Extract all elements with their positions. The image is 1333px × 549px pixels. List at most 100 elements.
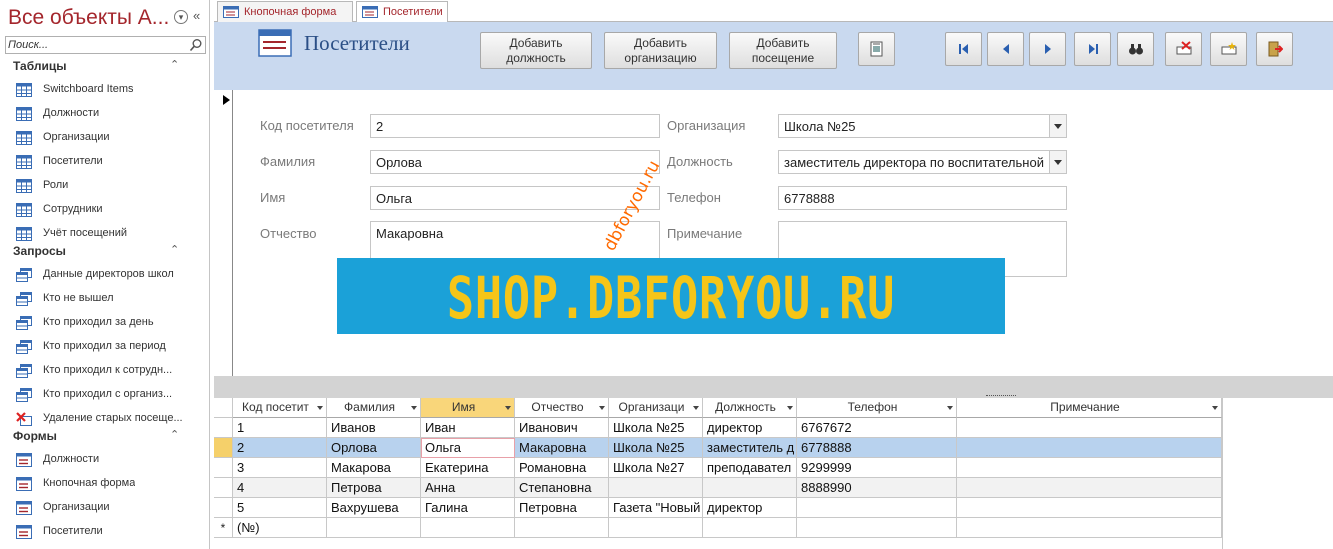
table-cell[interactable] [957,518,1222,538]
table-cell[interactable]: Екатерина [421,458,515,478]
next-record-button[interactable] [1029,32,1066,66]
phone-field[interactable]: 6778888 [778,186,1067,210]
column-header[interactable]: Телефон [797,398,957,418]
table-cell[interactable]: Петровна [515,498,609,518]
nav-item[interactable]: Данные директоров школ [0,263,209,287]
table-cell[interactable] [609,478,703,498]
table-cell[interactable] [515,518,609,538]
new-record-button[interactable] [1210,32,1247,66]
table-cell[interactable]: Романовна [515,458,609,478]
search-icon[interactable] [189,38,203,52]
nav-item[interactable]: Кто приходил за день [0,311,209,335]
column-filter-arrow-icon[interactable] [947,406,953,410]
table-cell[interactable]: заместитель д [703,438,797,458]
table-cell[interactable]: (№) [233,518,327,538]
column-header[interactable]: Организаци [609,398,703,418]
row-selector[interactable] [214,478,233,498]
name-field[interactable]: Ольга [370,186,660,210]
table-cell[interactable]: Вахрушева [327,498,421,518]
table-cell[interactable]: 8888990 [797,478,957,498]
record-selector[interactable] [214,90,233,376]
column-filter-arrow-icon[interactable] [411,406,417,410]
nav-group-header[interactable]: Таблицы ⌃ [0,56,209,78]
table-cell[interactable]: Школа №25 [609,438,703,458]
column-filter-arrow-icon[interactable] [505,406,511,410]
table-cell[interactable]: Иван [421,418,515,438]
row-selector[interactable] [214,438,233,458]
visitor-code-field[interactable]: 2 [370,114,660,138]
table-cell[interactable] [957,498,1222,518]
first-record-button[interactable] [945,32,982,66]
previous-record-button[interactable] [987,32,1024,66]
column-header[interactable]: Фамилия [327,398,421,418]
table-cell[interactable] [957,478,1222,498]
dropdown-arrow-icon[interactable] [1049,151,1066,173]
table-cell[interactable]: Макаровна [515,438,609,458]
add-position-button[interactable]: Добавить должность [480,32,592,69]
table-cell[interactable] [797,498,957,518]
table-cell[interactable]: Иванов [327,418,421,438]
table-cell[interactable]: 5 [233,498,327,518]
nav-title[interactable]: Все объекты A... [8,6,169,30]
dropdown-arrow-icon[interactable] [1049,115,1066,137]
last-record-button[interactable] [1074,32,1111,66]
table-cell[interactable]: Иванович [515,418,609,438]
table-cell[interactable]: Петрова [327,478,421,498]
row-selector[interactable] [214,458,233,478]
table-cell[interactable] [957,418,1222,438]
table-cell[interactable] [703,518,797,538]
delete-record-button[interactable] [1165,32,1202,66]
column-header[interactable]: Примечание [957,398,1222,418]
nav-item[interactable]: Кто приходил к сотрудн... [0,359,209,383]
table-cell[interactable]: Степановна [515,478,609,498]
column-filter-arrow-icon[interactable] [317,406,323,410]
nav-item[interactable]: Switchboard Items [0,78,209,102]
position-combobox[interactable]: заместитель директора по воспитательной [778,150,1067,174]
table-cell[interactable]: 6778888 [797,438,957,458]
nav-item[interactable]: Кто не вышел [0,287,209,311]
row-selector[interactable] [214,498,233,518]
table-cell[interactable] [327,518,421,538]
split-form-divider[interactable] [214,376,1333,398]
nav-item[interactable]: Организации [0,126,209,150]
nav-collapse-icon[interactable]: « [193,8,200,23]
table-cell[interactable]: Галина [421,498,515,518]
table-cell[interactable]: директор [703,418,797,438]
collapse-group-icon[interactable]: ⌃ [170,58,179,71]
table-cell[interactable] [421,518,515,538]
column-filter-arrow-icon[interactable] [1212,406,1218,410]
table-cell[interactable]: преподавател [703,458,797,478]
table-cell[interactable]: 9299999 [797,458,957,478]
nav-item[interactable]: Должности [0,102,209,126]
table-cell[interactable]: Школа №27 [609,458,703,478]
nav-menu-chevron-icon[interactable]: ▾ [174,10,188,24]
nav-item[interactable]: Посетители [0,150,209,174]
column-header[interactable]: Код посетит [233,398,327,418]
report-button[interactable] [858,32,895,66]
table-cell[interactable]: Орлова [327,438,421,458]
table-cell[interactable] [797,518,957,538]
table-cell[interactable]: Ольга [421,438,515,458]
table-cell[interactable]: 6767672 [797,418,957,438]
column-filter-arrow-icon[interactable] [693,406,699,410]
tab-visitors[interactable]: Посетители [356,1,448,23]
find-button[interactable] [1117,32,1154,66]
tab-switchboard-form[interactable]: Кнопочная форма [217,1,353,22]
nav-item[interactable]: Должности [0,448,209,472]
nav-item[interactable]: Кнопочная форма [0,472,209,496]
table-cell[interactable]: директор [703,498,797,518]
nav-item[interactable]: Сотрудники [0,198,209,222]
collapse-group-icon[interactable]: ⌃ [170,243,179,256]
column-header[interactable]: Должность [703,398,797,418]
nav-item[interactable]: Роли [0,174,209,198]
table-cell[interactable]: 3 [233,458,327,478]
table-cell[interactable]: 2 [233,438,327,458]
column-filter-arrow-icon[interactable] [599,406,605,410]
column-header[interactable]: Отчество [515,398,609,418]
nav-group-header[interactable]: Запросы ⌃ [0,241,209,263]
row-selector[interactable] [214,418,233,438]
add-visit-button[interactable]: Добавить посещение [729,32,837,69]
surname-field[interactable]: Орлова [370,150,660,174]
table-cell[interactable]: Макарова [327,458,421,478]
new-record-marker[interactable]: * [214,518,233,538]
